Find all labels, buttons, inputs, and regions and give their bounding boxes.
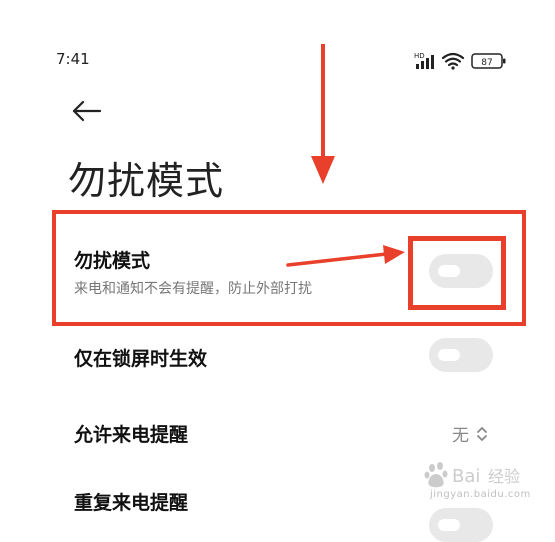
watermark-text: jingyan.baidu.com xyxy=(430,489,531,500)
svg-text:经验: 经验 xyxy=(488,467,520,486)
toggle-knob xyxy=(438,519,460,531)
annotation-arrow-down xyxy=(311,44,335,184)
annotation-arrow-right xyxy=(286,245,405,267)
svg-text:Bai: Bai xyxy=(452,466,480,487)
annotation-arrows xyxy=(286,44,405,267)
